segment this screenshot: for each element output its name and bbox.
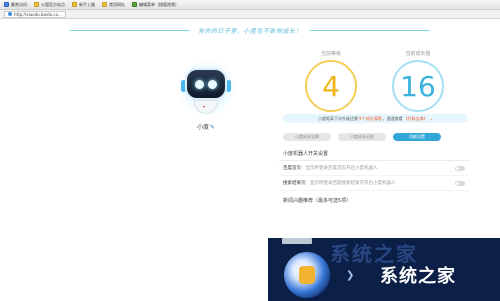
upgrade-guide-link[interactable]: 《升级宝典》 (404, 116, 428, 122)
divider (69, 29, 190, 31)
bookmark-most-visited[interactable]: 最常访问 (4, 2, 27, 8)
robot-eye (195, 80, 204, 89)
search-results-toggle[interactable] (455, 180, 465, 186)
robot-eye (208, 80, 217, 89)
homepage-toggle[interactable] (455, 165, 465, 171)
watermark-bar (282, 238, 312, 244)
watermark: 系统之家 ❯ 系统之家 (268, 238, 500, 301)
chevron-down-icon[interactable]: ⌄ (430, 116, 433, 121)
tab-bar: 小度成长宝典 小度成长历程 功能设置 (283, 133, 448, 141)
bookmark-common-sites[interactable]: 常用网址 (102, 2, 125, 8)
bookmark-firefox-official[interactable]: 火狐官方站点 (34, 2, 65, 8)
bookmark-getting-started[interactable]: 新手上路 (72, 2, 95, 8)
level-label: 当前等级 (320, 51, 341, 57)
settings-panel: 小度机器人开关设置 百度首页：显示所登录百度首页开启小度机器人 搜索结果页：显示… (279, 147, 469, 207)
section-title: 小度机器人开关设置 (279, 147, 469, 161)
robot-name: 小度✎ (196, 124, 216, 131)
url-field[interactable]: http://xiaodu.baidu.co... (4, 10, 66, 18)
bookmark-edit-menu[interactable]: 编辑菜单（搜狐视频） (132, 2, 179, 8)
upgrade-info-bar: 小度距离下次升级还需 9个成长值哦 ，速速查看 《升级宝典》 ⌄ (283, 114, 468, 123)
bookmarks-bar: 最常访问 火狐官方站点 新手上路 常用网址 编辑菜单（搜狐视频） (0, 0, 500, 10)
globe-icon (8, 12, 12, 16)
logo-inner (299, 266, 315, 284)
level-value: 4 (305, 60, 357, 112)
chevron-icon: ❯ (346, 270, 355, 281)
star-icon (4, 2, 9, 7)
pencil-icon[interactable]: ✎ (210, 124, 215, 131)
setting-name: 百度首页 (283, 166, 301, 171)
watermark-brand-text: 系统之家 (380, 266, 456, 287)
tab-settings[interactable]: 功能设置 (393, 133, 441, 141)
robot-avatar[interactable]: ▾ 小度✎ (168, 60, 244, 140)
setting-desc: ：显示所登录百度首页开启小度机器人 (301, 166, 378, 171)
folder-icon (34, 2, 39, 7)
watermark-logo-icon (284, 252, 330, 298)
setting-desc: ：显示所登录百度搜索结果页开启小度机器人 (305, 181, 396, 186)
slogan-text: 有你的日子里，小度在不断地成长！ (197, 27, 302, 35)
divider (310, 29, 430, 31)
heart-icon: ▾ (203, 104, 206, 109)
tab-growth-guide[interactable]: 小度成长宝典 (283, 133, 331, 141)
setting-row-homepage: 百度首页：显示所登录百度首页开启小度机器人 (279, 161, 469, 176)
news-section-title: 新闻兴趣推荐（最多可选5项） (283, 198, 352, 204)
robot-head (185, 68, 227, 100)
url-text: http://xiaodu.baidu.co... (14, 11, 62, 17)
growth-label: 当前成长值 (405, 51, 431, 57)
growth-value: 16 (392, 60, 444, 112)
upgrade-needed-text: 9个成长值哦 (359, 115, 382, 121)
folder-icon (72, 2, 77, 7)
page-header: 有你的日子里，小度在不断地成长！ (0, 19, 500, 41)
setting-row-search-results: 搜索结果页：显示所登录百度搜索结果页开启小度机器人 (279, 176, 469, 191)
folder-icon (102, 2, 107, 7)
folder-icon (132, 2, 137, 7)
tab-growth-history[interactable]: 小度成长历程 (338, 133, 386, 141)
address-bar: http://xiaodu.baidu.co... (0, 10, 500, 19)
setting-name: 搜索结果页 (283, 181, 306, 186)
